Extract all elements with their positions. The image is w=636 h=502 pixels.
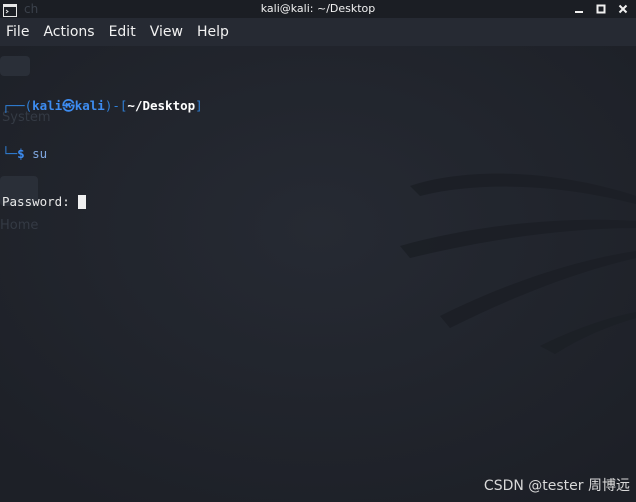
- terminal-output[interactable]: System Home ┌──(kali ㉿ kali)-[~/Desktop] └…: [0, 46, 636, 502]
- prompt-path: ~/Desktop: [127, 98, 196, 113]
- window-title: kali@kali: ~/Desktop: [260, 2, 376, 15]
- text-cursor: [78, 195, 87, 209]
- prompt-line-1: ┌──(kali ㉿ kali)-[~/Desktop]: [2, 98, 203, 114]
- prompt-second: └─: [2, 146, 18, 161]
- password-line: Password:: [2, 194, 203, 210]
- menu-view[interactable]: View: [143, 18, 190, 46]
- prompt-mid: )-[: [104, 98, 128, 113]
- watermark: CSDN @tester 周博远: [483, 478, 630, 494]
- menu-edit[interactable]: Edit: [102, 18, 143, 46]
- prompt-user: kali: [32, 98, 63, 113]
- terminal-window: ch kali@kali: ~/Desktop File Actions Edi…: [0, 0, 636, 502]
- prompt-dollar: $: [17, 146, 25, 161]
- terminal-lines: ┌──(kali ㉿ kali)-[~/Desktop] └─ $ su Passwo…: [2, 66, 203, 242]
- prompt-close: ]: [195, 98, 203, 113]
- menu-help[interactable]: Help: [190, 18, 236, 46]
- window-controls: [572, 2, 630, 16]
- command-text: su: [32, 146, 48, 161]
- menu-actions[interactable]: Actions: [36, 18, 101, 46]
- menu-file[interactable]: File: [0, 18, 36, 46]
- prompt-line-2: └─ $ su: [2, 146, 203, 162]
- prompt-host: kali: [74, 98, 105, 113]
- maximize-icon[interactable]: [594, 2, 608, 16]
- title-bar[interactable]: ch kali@kali: ~/Desktop: [0, 0, 636, 18]
- menu-bar: File Actions Edit View Help: [0, 18, 636, 46]
- close-icon[interactable]: [616, 2, 630, 16]
- prompt-open: ┌──(: [2, 98, 33, 113]
- minimize-icon[interactable]: [572, 2, 586, 16]
- prompt-at-symbol: ㉿: [62, 98, 75, 113]
- password-label: Password:: [2, 194, 70, 209]
